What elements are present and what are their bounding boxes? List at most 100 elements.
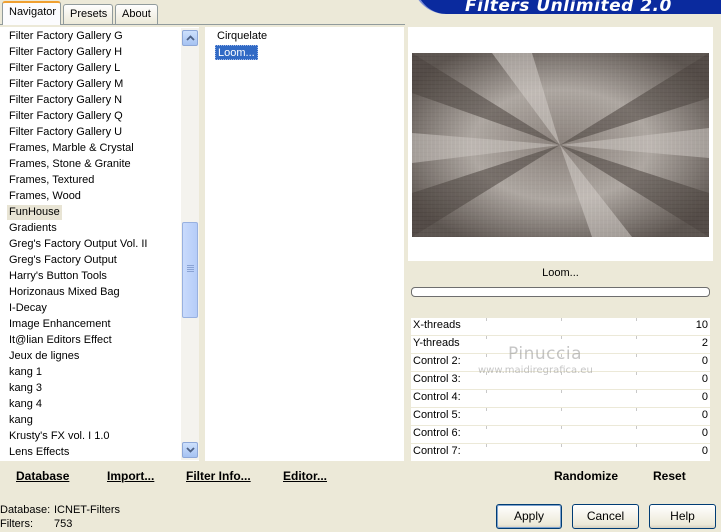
scroll-thumb[interactable] bbox=[182, 222, 198, 318]
control-value: 0 bbox=[701, 373, 708, 385]
slider-tick bbox=[561, 444, 562, 447]
category-item[interactable]: I-Decay bbox=[9, 301, 47, 316]
slider-tick bbox=[561, 336, 562, 339]
control-name: Control 5: bbox=[413, 409, 461, 421]
preview-filter-label: Loom... bbox=[412, 262, 709, 284]
slider-tick bbox=[486, 390, 487, 393]
progress-bar bbox=[411, 287, 710, 297]
category-scrollbar[interactable] bbox=[181, 28, 199, 460]
control-slider-row[interactable]: Control 5: 0 bbox=[411, 408, 710, 425]
watermark-name: Pinuccia bbox=[508, 344, 582, 364]
control-value: 10 bbox=[695, 319, 708, 331]
control-name: Control 3: bbox=[413, 373, 461, 385]
category-item[interactable]: Greg's Factory Output bbox=[9, 253, 117, 268]
category-item[interactable]: kang bbox=[9, 413, 33, 428]
tab-navigator[interactable]: Navigator bbox=[2, 1, 61, 25]
reset-button[interactable]: Reset bbox=[653, 469, 686, 483]
slider-tick bbox=[486, 336, 487, 339]
category-item[interactable]: Filter Factory Gallery U bbox=[9, 125, 122, 140]
cancel-button[interactable]: Cancel bbox=[572, 504, 639, 529]
filter-list[interactable] bbox=[205, 27, 404, 461]
category-item[interactable]: kang 4 bbox=[9, 397, 42, 412]
control-value: 0 bbox=[701, 445, 708, 457]
slider-tick bbox=[486, 426, 487, 429]
filter-item-loom[interactable]: Loom... bbox=[215, 45, 258, 60]
category-item[interactable]: kang 3 bbox=[9, 381, 42, 396]
category-item[interactable]: Filter Factory Gallery L bbox=[9, 61, 120, 76]
category-item[interactable]: Harry's Button Tools bbox=[9, 269, 107, 284]
slider-tick bbox=[636, 426, 637, 429]
randomize-button[interactable]: Randomize bbox=[554, 469, 618, 483]
status-filters-label: Filters: bbox=[0, 518, 33, 530]
control-slider-row[interactable]: Control 7: 0 bbox=[411, 444, 710, 461]
category-item[interactable]: Filter Factory Gallery G bbox=[9, 29, 123, 44]
slider-tick bbox=[636, 390, 637, 393]
status-database-value: ICNET-Filters bbox=[54, 504, 120, 516]
slider-tick bbox=[636, 372, 637, 375]
import-button[interactable]: Import... bbox=[107, 469, 154, 483]
control-value: 0 bbox=[701, 427, 708, 439]
category-item[interactable]: It@lian Editors Effect bbox=[9, 333, 112, 348]
category-item[interactable]: Frames, Textured bbox=[9, 173, 94, 188]
category-item[interactable]: FunHouse bbox=[7, 205, 62, 220]
slider-tick bbox=[486, 354, 487, 357]
slider-tick bbox=[561, 318, 562, 321]
category-item[interactable]: Horizonaus Mixed Bag bbox=[9, 285, 120, 300]
tab-presets[interactable]: Presets bbox=[63, 4, 113, 24]
slider-tick bbox=[561, 426, 562, 429]
status-database-label: Database: bbox=[0, 504, 51, 516]
control-name: Control 4: bbox=[413, 391, 461, 403]
slider-tick bbox=[636, 318, 637, 321]
category-item[interactable]: Image Enhancement bbox=[9, 317, 111, 332]
help-button[interactable]: Help bbox=[649, 504, 716, 529]
database-button[interactable]: Database bbox=[16, 469, 69, 483]
slider-tick bbox=[486, 318, 487, 321]
category-item[interactable]: Filter Factory Gallery M bbox=[9, 77, 123, 92]
category-item[interactable]: Frames, Stone & Granite bbox=[9, 157, 131, 172]
category-item[interactable]: Filter Factory Gallery N bbox=[9, 93, 122, 108]
category-item[interactable]: Filter Factory Gallery Q bbox=[9, 109, 123, 124]
filter-preview-image bbox=[412, 53, 709, 237]
control-slider-row[interactable]: Control 4: 0 bbox=[411, 390, 710, 407]
slider-tick bbox=[561, 408, 562, 411]
control-value: 0 bbox=[701, 409, 708, 421]
slider-tick bbox=[636, 336, 637, 339]
tab-about[interactable]: About bbox=[115, 4, 158, 24]
control-slider-row[interactable]: X-threads 10 bbox=[411, 318, 710, 335]
scroll-up-button[interactable] bbox=[182, 30, 198, 46]
filter-item-cirquelate[interactable]: Cirquelate bbox=[215, 29, 269, 44]
slider-tick bbox=[636, 354, 637, 357]
chevron-up-icon bbox=[185, 35, 195, 41]
category-item[interactable]: Greg's Factory Output Vol. II bbox=[9, 237, 147, 252]
scroll-down-button[interactable] bbox=[182, 442, 198, 458]
control-value: 0 bbox=[701, 355, 708, 367]
control-value: 0 bbox=[701, 391, 708, 403]
slider-tick bbox=[486, 444, 487, 447]
slider-tick bbox=[561, 390, 562, 393]
control-name: Control 7: bbox=[413, 445, 461, 457]
category-item[interactable]: Gradients bbox=[9, 221, 57, 236]
category-item[interactable]: kang 1 bbox=[9, 365, 42, 380]
control-slider-row[interactable]: Control 6: 0 bbox=[411, 426, 710, 443]
apply-button[interactable]: Apply bbox=[496, 504, 562, 529]
slider-tick bbox=[636, 444, 637, 447]
banner-title: Filters Unlimited 2.0 bbox=[465, 0, 672, 16]
control-value: 2 bbox=[701, 337, 708, 349]
control-name: Control 6: bbox=[413, 427, 461, 439]
chevron-down-icon bbox=[185, 447, 195, 453]
category-item[interactable]: Frames, Wood bbox=[9, 189, 81, 204]
category-item[interactable]: Jeux de lignes bbox=[9, 349, 79, 364]
filter-info-button[interactable]: Filter Info... bbox=[186, 469, 251, 483]
category-item[interactable]: Krusty's FX vol. I 1.0 bbox=[9, 429, 110, 444]
editor-button[interactable]: Editor... bbox=[283, 469, 327, 483]
control-name: X-threads bbox=[413, 319, 461, 331]
category-item[interactable]: Lens Effects bbox=[9, 445, 69, 460]
control-name: Control 2: bbox=[413, 355, 461, 367]
status-filters-value: 753 bbox=[54, 518, 73, 530]
slider-tick bbox=[486, 408, 487, 411]
category-item[interactable]: Frames, Marble & Crystal bbox=[9, 141, 134, 156]
slider-tick bbox=[636, 408, 637, 411]
category-item[interactable]: Filter Factory Gallery H bbox=[9, 45, 122, 60]
watermark-url: www.maidiregrafica.eu bbox=[478, 365, 593, 376]
control-name: Y-threads bbox=[413, 337, 460, 349]
